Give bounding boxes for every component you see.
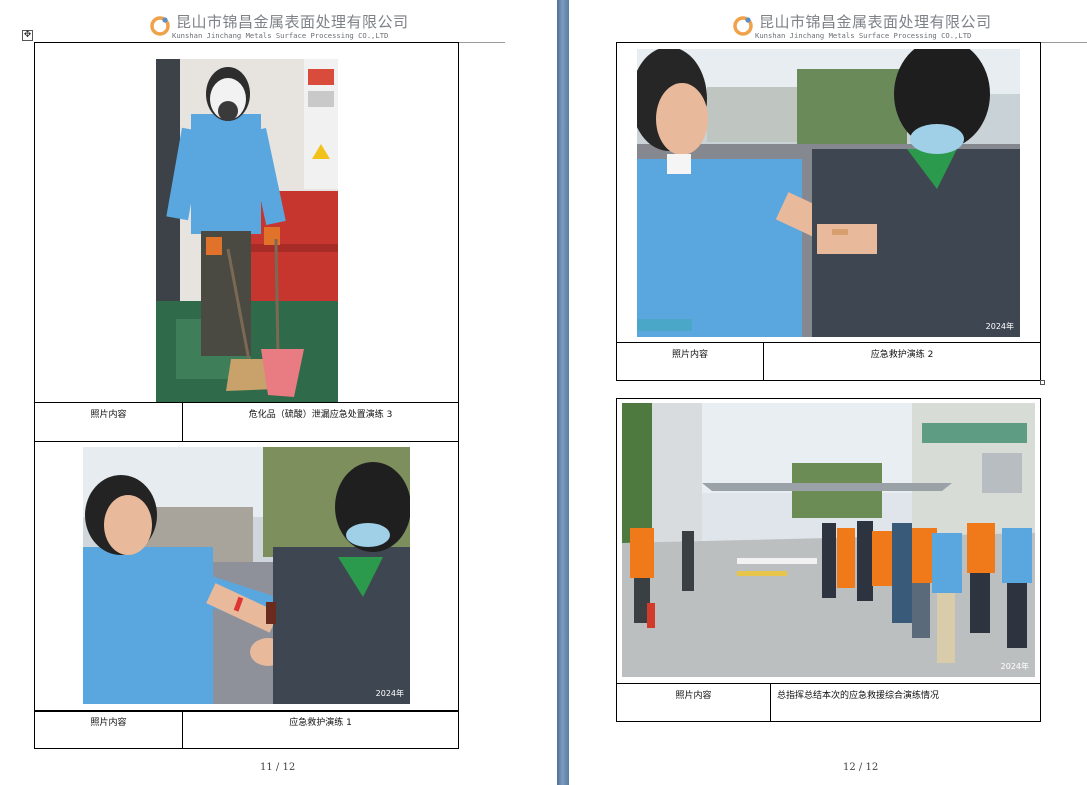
page-11: 昆山市锦昌金属表面处理有限公司 Kunshan Jinchang Metals … [0,0,557,785]
table-resize-handle[interactable] [1040,380,1045,385]
caption-label: 照片内容 [617,684,771,721]
caption-text: 总指挥总结本次的应急救援综合演练情况 [777,691,940,701]
caption-label: 照片内容 [35,403,183,441]
company-name-cn: 昆山市锦昌金属表面处理有限公司 [176,13,409,31]
page-12: 昆山市锦昌金属表面处理有限公司 Kunshan Jinchang Metals … [569,0,1087,785]
date-stamp: 2024年 [1000,662,1029,671]
page-gutter [557,0,569,785]
caption-row-2: 照片内容 应急救护演练 1 [34,710,459,749]
caption-label: 照片内容 [35,711,183,748]
move-handle-icon[interactable]: ✥ [22,30,33,41]
caption-text: 应急救护演练 1 [289,718,352,728]
caption-text: 应急救护演练 2 [870,350,934,360]
caption-text: 危化品（硫酸）泄漏应急处置演练 3 [248,410,393,420]
caption-row-1: 照片内容 应急救护演练 2 [616,342,1041,381]
photo-spill-drill [156,59,338,402]
company-logo-icon [150,16,170,36]
company-name-en: Kunshan Jinchang Metals Surface Processi… [755,31,972,40]
page-number: 12 / 12 [843,762,879,773]
caption-label: 照片内容 [617,343,764,380]
caption-row-1: 照片内容 危化品（硫酸）泄漏应急处置演练 3 [34,402,459,442]
photo-first-aid-2: 2024年 [637,49,1020,337]
company-name-en: Kunshan Jinchang Metals Surface Processi… [172,31,389,40]
page-header: 昆山市锦昌金属表面处理有限公司 Kunshan Jinchang Metals … [150,10,408,44]
page-header: 昆山市锦昌金属表面处理有限公司 Kunshan Jinchang Metals … [733,10,991,44]
photo-drill-summary: 2024年 [622,403,1035,677]
photo-first-aid-1: 2024年 [83,447,410,704]
page-number: 11 / 12 [260,762,296,773]
date-stamp: 2024年 [375,689,404,698]
company-logo-icon [733,16,753,36]
company-name-cn: 昆山市锦昌金属表面处理有限公司 [759,13,992,31]
caption-row-2: 照片内容 总指挥总结本次的应急救援综合演练情况 [616,683,1041,722]
date-stamp: 2024年 [985,322,1014,331]
